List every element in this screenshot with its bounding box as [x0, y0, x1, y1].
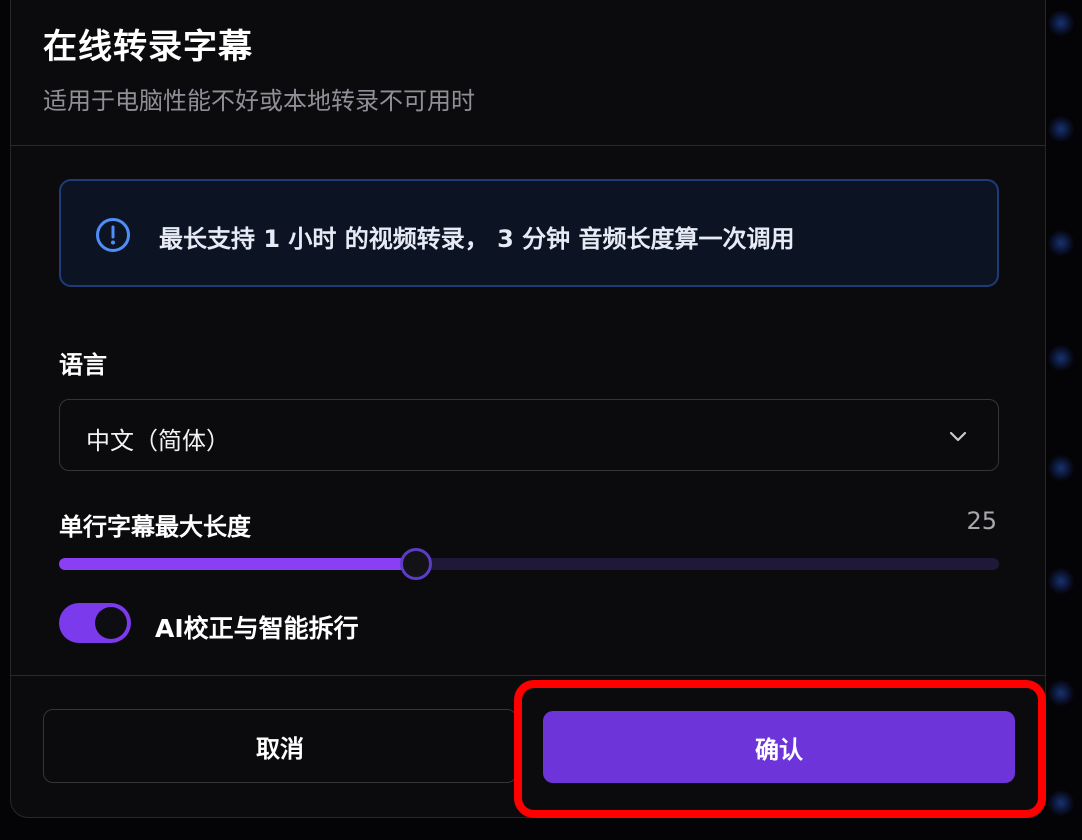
- language-label: 语言: [59, 351, 107, 379]
- backdrop-dot: [1048, 790, 1074, 816]
- transcription-dialog: 在线转录字幕 适用于电脑性能不好或本地转录不可用时 最长支持 1 小时 的视频转…: [10, 0, 1046, 818]
- backdrop-dot: [1048, 116, 1074, 142]
- max-length-slider[interactable]: [59, 548, 999, 580]
- confirm-button[interactable]: 确认: [543, 711, 1015, 783]
- slider-thumb[interactable]: [400, 548, 433, 580]
- language-select[interactable]: 中文（简体）: [59, 399, 999, 471]
- toggle-knob: [95, 607, 127, 639]
- backdrop-dot: [1048, 568, 1074, 594]
- backdrop-dot: [1048, 230, 1074, 256]
- footer-divider: [11, 675, 1045, 676]
- backdrop-dot: [1048, 680, 1074, 706]
- ai-correction-toggle[interactable]: [59, 603, 131, 643]
- dialog-header: 在线转录字幕 适用于电脑性能不好或本地转录不可用时: [11, 0, 1045, 146]
- info-icon: [96, 218, 130, 252]
- slider-fill: [59, 558, 417, 570]
- page: 在线转录字幕 适用于电脑性能不好或本地转录不可用时 最长支持 1 小时 的视频转…: [0, 0, 1082, 840]
- backdrop-dot: [1048, 345, 1074, 371]
- cancel-button[interactable]: 取消: [43, 709, 517, 783]
- dialog-title: 在线转录字幕: [43, 27, 253, 67]
- max-length-label: 单行字幕最大长度: [59, 513, 251, 541]
- backdrop-dot: [1048, 10, 1074, 36]
- dialog-subtitle: 适用于电脑性能不好或本地转录不可用时: [43, 87, 475, 115]
- ai-correction-label: AI校正与智能拆行: [155, 614, 359, 643]
- language-selected-value: 中文（简体）: [86, 427, 230, 455]
- notice-text: 最长支持 1 小时 的视频转录， 3 分钟 音频长度算一次调用: [159, 225, 795, 253]
- info-notice: 最长支持 1 小时 的视频转录， 3 分钟 音频长度算一次调用: [59, 179, 999, 287]
- backdrop-dot: [1048, 455, 1074, 481]
- chevron-down-icon: [949, 431, 967, 442]
- max-length-value: 25: [966, 507, 997, 535]
